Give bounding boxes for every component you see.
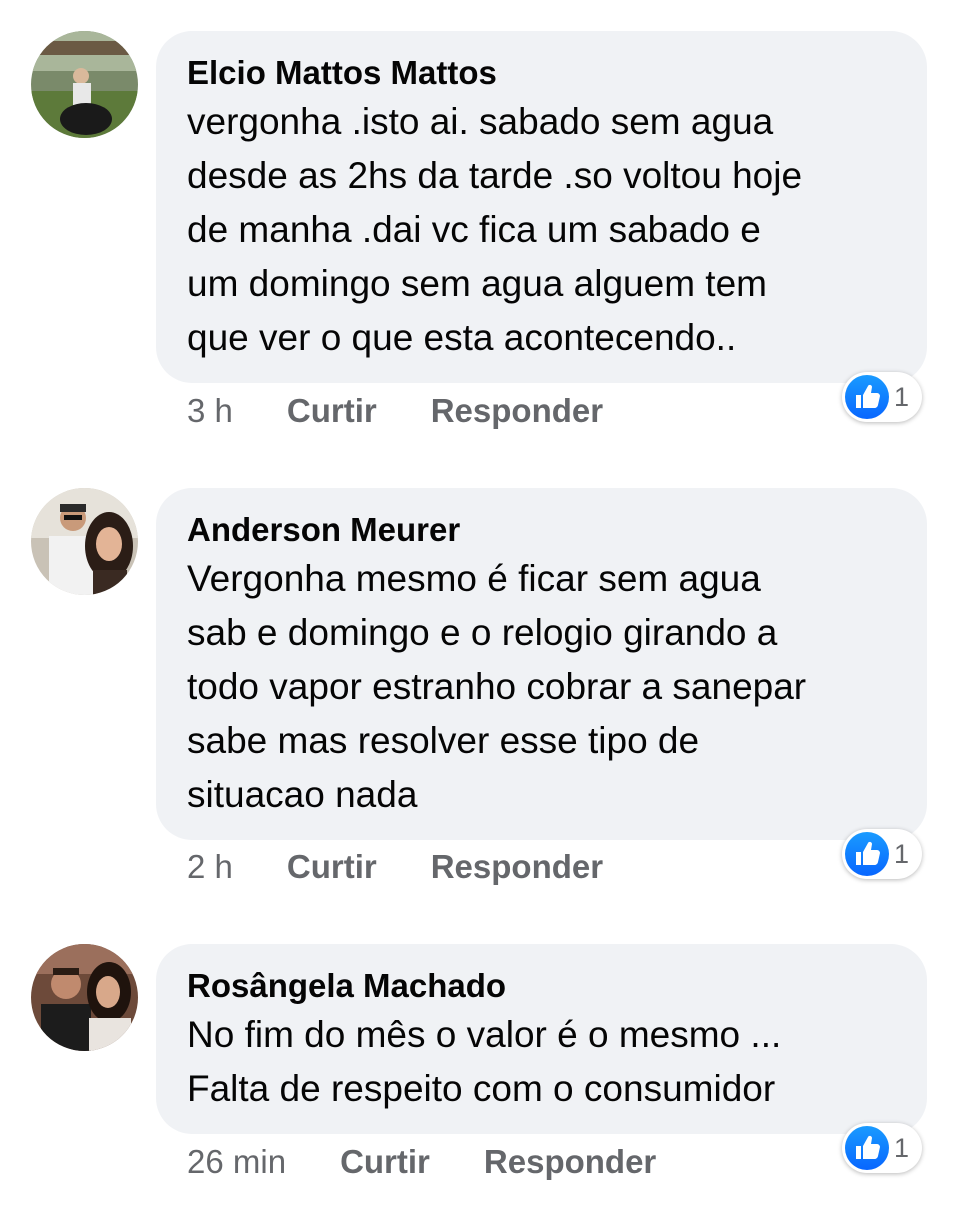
comment-text-line: que ver o que esta acontecendo.. [187, 317, 737, 358]
comment-bubble: Elcio Mattos Mattos vergonha .isto ai. s… [156, 31, 927, 383]
comment-text-line: Vergonha mesmo é ficar sem agua [187, 558, 761, 599]
thumbs-up-icon [845, 375, 889, 419]
comment-timestamp[interactable]: 26 min [187, 1143, 286, 1180]
avatar[interactable] [31, 944, 138, 1051]
reaction-count: 1 [894, 839, 910, 869]
reaction-count: 1 [894, 1133, 910, 1163]
comment-text-line: No fim do mês o valor é o mesmo ... [187, 1014, 782, 1055]
comment-timestamp[interactable]: 3 h [187, 392, 233, 429]
comment-author[interactable]: Anderson Meurer [187, 510, 897, 550]
comment-text: No fim do mês o valor é o mesmo ... Falt… [187, 1008, 897, 1116]
thumbs-up-icon [845, 1126, 889, 1170]
reply-button[interactable]: Responder [484, 1143, 656, 1180]
comment-bubble: Anderson Meurer Vergonha mesmo é ficar s… [156, 488, 927, 840]
comment-actions: 3 h Curtir Responder [187, 391, 603, 431]
comment-actions: 2 h Curtir Responder [187, 847, 603, 887]
comment-author[interactable]: Rosângela Machado [187, 966, 897, 1006]
comment-text-line: todo vapor estranho cobrar a sanepar [187, 666, 807, 707]
comment-text: Vergonha mesmo é ficar sem agua sab e do… [187, 552, 897, 822]
comment-text: vergonha .isto ai. sabado sem agua desde… [187, 95, 897, 365]
like-button[interactable]: Curtir [287, 848, 377, 885]
avatar[interactable] [31, 31, 138, 138]
reaction-summary[interactable]: 1 [842, 1123, 922, 1173]
comment-text-line: de manha .dai vc fica um sabado e [187, 209, 761, 250]
reply-button[interactable]: Responder [431, 392, 603, 429]
reply-button[interactable]: Responder [431, 848, 603, 885]
comment-text-line: sabe mas resolver esse tipo de [187, 720, 700, 761]
avatar[interactable] [31, 488, 138, 595]
like-button[interactable]: Curtir [287, 392, 377, 429]
comment-text-line: vergonha .isto ai. sabado sem agua [187, 101, 774, 142]
comment-actions: 26 min Curtir Responder [187, 1142, 656, 1182]
comment-text-line: sab e domingo e o relogio girando a [187, 612, 778, 653]
comment-author[interactable]: Elcio Mattos Mattos [187, 53, 897, 93]
comment-text-line: desde as 2hs da tarde .so voltou hoje [187, 155, 803, 196]
comment-text-line: Falta de respeito com o consumidor [187, 1068, 776, 1109]
comment-text-line: situacao nada [187, 774, 418, 815]
reaction-count: 1 [894, 382, 910, 412]
like-button[interactable]: Curtir [340, 1143, 430, 1180]
reaction-summary[interactable]: 1 [842, 372, 922, 422]
comment-bubble: Rosângela Machado No fim do mês o valor … [156, 944, 927, 1134]
reaction-summary[interactable]: 1 [842, 829, 922, 879]
thumbs-up-icon [845, 832, 889, 876]
comment-timestamp[interactable]: 2 h [187, 848, 233, 885]
comment-text-line: um domingo sem agua alguem tem [187, 263, 767, 304]
